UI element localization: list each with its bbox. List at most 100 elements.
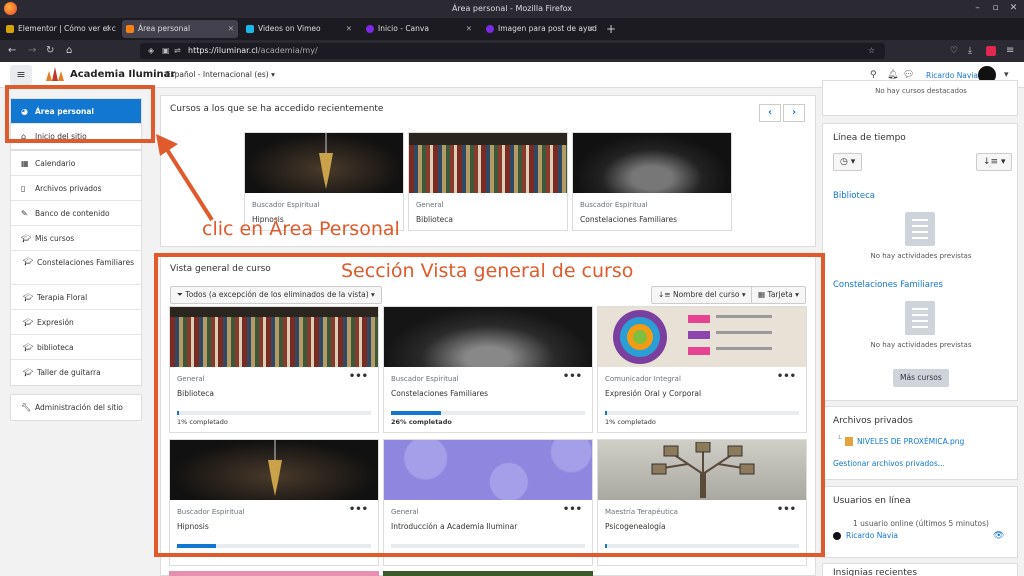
nav-item-administracion[interactable]: 🔧︎ Administración del sitio — [11, 395, 141, 420]
tab-vimeo[interactable]: Videos on Vimeo ✕ — [242, 20, 356, 38]
pendulum-image — [319, 133, 333, 189]
shield-icon[interactable]: ◈ — [148, 43, 154, 59]
recent-course-card[interactable]: Buscador Espiritual Hipnosis — [244, 132, 404, 231]
moodle-favicon-icon — [126, 25, 134, 33]
menu-icon[interactable]: ≡ — [1006, 44, 1014, 58]
recent-course-card[interactable]: Buscador Espiritual Constelaciones Famil… — [572, 132, 732, 231]
close-tab-icon[interactable]: ✕ — [588, 20, 594, 38]
annotation-click-label: clic en Área Personal — [202, 218, 400, 240]
manage-files-link[interactable]: Gestionar archivos privados... — [833, 459, 945, 468]
vimeo-favicon-icon — [246, 25, 254, 33]
tab-label: Elementor | Cómo ver el c — [18, 24, 116, 33]
nav-item-constelaciones[interactable]: 🎓︎ Constelaciones Familiares — [11, 251, 141, 285]
elementor-favicon-icon — [6, 25, 14, 33]
nav-label: Constelaciones Familiares — [37, 258, 134, 267]
nav-group-admin: 🔧︎ Administración del sitio — [10, 394, 142, 421]
paintbrush-icon: ✎ — [21, 209, 28, 218]
extension-icon[interactable] — [986, 46, 996, 56]
featured-courses-block: No hay cursos destacados — [822, 80, 1018, 116]
search-icon[interactable]: ⚲ — [870, 70, 877, 80]
url-bar[interactable]: ◈ ▣ ⇌ https://iluminar.cl/academia/my/ ☆ — [140, 43, 885, 59]
recent-course-card[interactable]: General Biblioteca — [408, 132, 568, 231]
nav-label: Calendario — [35, 159, 76, 168]
timeline-course-link[interactable]: Constelaciones Familiares — [833, 280, 943, 290]
messages-icon[interactable]: 💬︎ — [903, 70, 914, 80]
nav-label: Mis cursos — [35, 234, 75, 243]
course-name[interactable]: Biblioteca — [416, 215, 453, 224]
nav-item-terapia-floral[interactable]: 🎓︎ Terapia Floral — [11, 285, 141, 310]
home-icon[interactable]: ⌂ — [66, 44, 72, 58]
downloads-icon[interactable]: ⤓ — [968, 44, 972, 58]
maximize-icon[interactable]: ▫ — [990, 3, 1001, 14]
course-name[interactable]: Constelaciones Familiares — [580, 215, 677, 224]
private-files-block: Archivos privados └ NIVELES DE PROXÉMICA… — [822, 406, 1018, 480]
online-user-link[interactable]: Ricardo Navia — [846, 531, 898, 540]
back-icon[interactable]: ← — [8, 44, 16, 58]
graduation-cap-icon: 🎓︎ — [23, 257, 34, 266]
eye-icon[interactable]: 👁︎ — [993, 531, 1004, 541]
permissions-icon[interactable]: ⇌ — [174, 43, 181, 59]
timeline-block: Línea de tiempo ◷ ▾ ↓≡ ▾ Biblioteca No h… — [822, 123, 1018, 401]
nav-item-banco-contenido[interactable]: ✎ Banco de contenido — [11, 201, 141, 226]
tab-canva-post[interactable]: Imagen para post de ayud ✕ — [482, 20, 598, 38]
course-category: Buscador Espiritual — [252, 201, 320, 209]
course-image — [573, 133, 731, 193]
more-courses-button[interactable]: Más cursos — [893, 369, 949, 387]
highlight-box-area-personal — [5, 85, 155, 143]
tab-area-personal[interactable]: Área personal ✕ — [122, 20, 238, 38]
tree-branch-icon: └ — [837, 435, 842, 443]
nav-item-mis-cursos[interactable]: 🎓︎ Mis cursos — [11, 226, 141, 251]
nav-label: biblioteca — [37, 343, 74, 352]
window-title: Área personal - Mozilla Firefox — [451, 4, 573, 13]
notifications-bell-icon[interactable]: 🔔︎ — [887, 70, 898, 80]
site-name[interactable]: Academia Iluminar — [70, 69, 175, 80]
nav-label: Administración del sitio — [35, 403, 123, 412]
forward-icon[interactable]: → — [28, 44, 36, 58]
nav-item-calendario[interactable]: ▦ Calendario — [11, 151, 141, 176]
close-window-icon[interactable]: ✕ — [1008, 3, 1019, 14]
prev-page-button[interactable]: ‹ — [759, 104, 781, 122]
close-tab-icon[interactable]: ✕ — [106, 20, 112, 38]
next-page-button[interactable]: › — [783, 104, 805, 122]
timeline-course-link[interactable]: Biblioteca — [833, 191, 875, 201]
nav-label: Taller de guitarra — [37, 368, 101, 377]
nav-item-biblioteca[interactable]: 🎓︎ biblioteca — [11, 335, 141, 360]
tab-label: Área personal — [138, 24, 191, 33]
timeline-filter-button[interactable]: ◷ ▾ — [833, 153, 863, 171]
lock-icon[interactable]: ▣ — [162, 43, 170, 59]
annotation-arrow — [156, 134, 214, 222]
pocket-icon[interactable]: ♡ — [950, 44, 958, 58]
url-path: /academia/my/ — [257, 46, 318, 55]
hamburger-menu-button[interactable]: ≡ — [10, 65, 32, 85]
nav-group-courses: ▦ Calendario ▯ Archivos privados ✎ Banco… — [10, 150, 142, 386]
user-name[interactable]: Ricardo Navia — [926, 71, 978, 80]
minimize-icon[interactable]: – — [972, 3, 983, 14]
private-files-title: Archivos privados — [833, 416, 913, 426]
tab-canva[interactable]: Inicio - Canva ✕ — [362, 20, 476, 38]
course-category: General — [416, 201, 444, 209]
tab-label: Videos on Vimeo — [258, 24, 321, 33]
tab-elementor[interactable]: Elementor | Cómo ver el c ✕ — [2, 20, 116, 38]
academia-logo-icon — [46, 67, 64, 81]
new-tab-icon[interactable]: + — [606, 20, 616, 38]
nav-item-taller-guitarra[interactable]: 🎓︎ Taller de guitarra — [11, 360, 141, 385]
file-icon: ▯ — [21, 184, 26, 193]
reload-icon[interactable]: ↻ — [46, 44, 54, 58]
nav-label: Expresión — [37, 318, 74, 327]
user-menu-chevron-icon[interactable]: ▾ — [1004, 70, 1009, 80]
language-menu[interactable]: Español - Internacional (es) ▾ — [166, 70, 275, 79]
calendar-icon: ▦ — [21, 159, 29, 168]
close-tab-icon[interactable]: ✕ — [228, 20, 234, 38]
close-tab-icon[interactable]: ✕ — [346, 20, 352, 38]
bookmark-star-icon[interactable]: ☆ — [868, 43, 875, 59]
graduation-cap-icon: 🎓︎ — [23, 293, 34, 302]
nav-item-archivos-privados[interactable]: ▯ Archivos privados — [11, 176, 141, 201]
recent-badges-block: Insignias recientes — [822, 563, 1018, 576]
private-file-link[interactable]: NIVELES DE PROXÉMICA.png — [857, 437, 964, 446]
tab-bar: Elementor | Cómo ver el c ✕ Área persona… — [0, 18, 1024, 40]
close-tab-icon[interactable]: ✕ — [466, 20, 472, 38]
nav-item-expresion[interactable]: 🎓︎ Expresión — [11, 310, 141, 335]
canva-favicon-icon — [486, 25, 494, 33]
course-card-partial — [169, 571, 379, 576]
timeline-sort-button[interactable]: ↓≡ ▾ — [976, 153, 1013, 171]
